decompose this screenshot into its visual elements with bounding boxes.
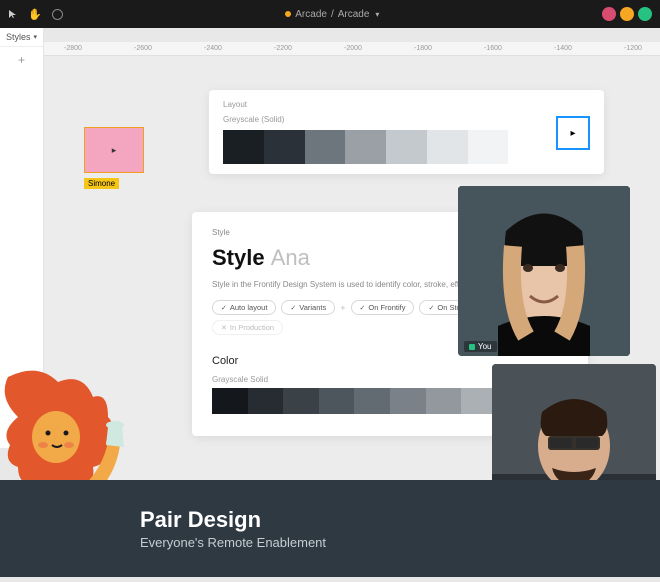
hand-icon[interactable]: ✋	[28, 8, 42, 21]
video-label-self: You	[464, 341, 497, 352]
check-icon: ✓	[428, 304, 434, 312]
breadcrumb-sep: /	[331, 9, 334, 20]
ruler-tick: -1800	[414, 45, 432, 52]
color-swatch[interactable]	[390, 388, 426, 414]
swatch-row	[223, 130, 590, 164]
selection-frame: ▸	[84, 127, 144, 173]
color-swatch[interactable]	[468, 130, 509, 164]
pointer-icon[interactable]	[8, 9, 18, 19]
color-swatch[interactable]	[386, 130, 427, 164]
avatar[interactable]	[638, 7, 652, 21]
color-swatch[interactable]	[354, 388, 390, 414]
chevron-down-icon: ▾	[34, 33, 38, 41]
color-swatch[interactable]	[212, 388, 248, 414]
layout-panel: Layout Greyscale (Solid) ▸	[209, 90, 604, 174]
sidebar-tab-label: Styles	[6, 32, 31, 42]
breadcrumb[interactable]: Arcade / Arcade ▾	[285, 9, 379, 20]
style-title-placeholder[interactable]: Ana	[271, 245, 310, 270]
avatar[interactable]	[602, 7, 616, 21]
ruler-tick: -2400	[204, 45, 222, 52]
style-title-main: Style	[212, 245, 265, 270]
panel-heading: Layout	[223, 100, 590, 109]
color-swatch[interactable]	[426, 388, 462, 414]
ruler-tick: -2000	[344, 45, 362, 52]
color-swatch[interactable]	[319, 388, 355, 414]
selected-swatch[interactable]: ▸	[556, 116, 590, 150]
ruler-tick: -1200	[624, 45, 642, 52]
tag-variants[interactable]: ✓Variants	[281, 300, 335, 315]
color-swatch[interactable]	[508, 130, 549, 164]
color-swatch[interactable]	[345, 130, 386, 164]
project-color-dot	[285, 11, 291, 17]
check-icon: ✓	[290, 304, 296, 312]
ruler-tick: -1600	[484, 45, 502, 52]
ruler-tick: -2200	[274, 45, 292, 52]
x-icon: ✕	[221, 324, 227, 332]
color-swatch[interactable]	[427, 130, 468, 164]
banner-title: Pair Design	[140, 507, 326, 533]
cursor-icon: ▸	[570, 128, 575, 139]
horizontal-ruler: -2800 -2600 -2400 -2200 -2000 -1800 -160…	[44, 42, 660, 56]
banner-subtitle: Everyone's Remote Enablement	[140, 535, 326, 550]
color-swatch[interactable]	[248, 388, 284, 414]
color-swatch[interactable]	[305, 130, 346, 164]
tag-auto-layout[interactable]: ✓Auto layout	[212, 300, 276, 315]
page-name: Arcade	[338, 9, 370, 20]
app-topbar: ✋ Arcade / Arcade ▾	[0, 0, 660, 28]
check-icon: ✓	[360, 304, 366, 312]
comment-icon[interactable]	[52, 9, 63, 20]
topbar-tools: ✋	[8, 8, 63, 21]
topbar-collaborators	[602, 7, 652, 21]
promo-banner: Pair Design Everyone's Remote Enablement	[0, 480, 660, 577]
cursor-icon: ▸	[112, 145, 117, 156]
tag-in-production[interactable]: ✕In Production	[212, 320, 283, 335]
collaborator-name-tag: Simone	[84, 178, 119, 189]
mic-active-icon	[469, 344, 475, 350]
avatar[interactable]	[620, 7, 634, 21]
ruler-tick: -1400	[554, 45, 572, 52]
color-swatch[interactable]	[264, 130, 305, 164]
panel-subheading: Greyscale (Solid)	[223, 115, 590, 124]
plus-icon[interactable]: +	[340, 303, 345, 313]
color-swatch[interactable]	[223, 130, 264, 164]
check-icon: ✓	[221, 304, 227, 312]
color-swatch[interactable]	[283, 388, 319, 414]
ruler-tick: -2600	[134, 45, 152, 52]
add-button[interactable]: +	[0, 47, 43, 73]
webcam-feed	[458, 186, 630, 356]
chevron-down-icon[interactable]: ▾	[375, 10, 379, 19]
ruler-tick: -2800	[64, 45, 82, 52]
collaborator-selection: ▸ Simone	[84, 127, 144, 191]
project-name: Arcade	[295, 9, 327, 20]
video-tile-self[interactable]: You	[458, 186, 630, 356]
sidebar-tab-styles[interactable]: Styles ▾	[0, 28, 43, 47]
tag-on-frontify[interactable]: ✓On Frontify	[351, 300, 415, 315]
